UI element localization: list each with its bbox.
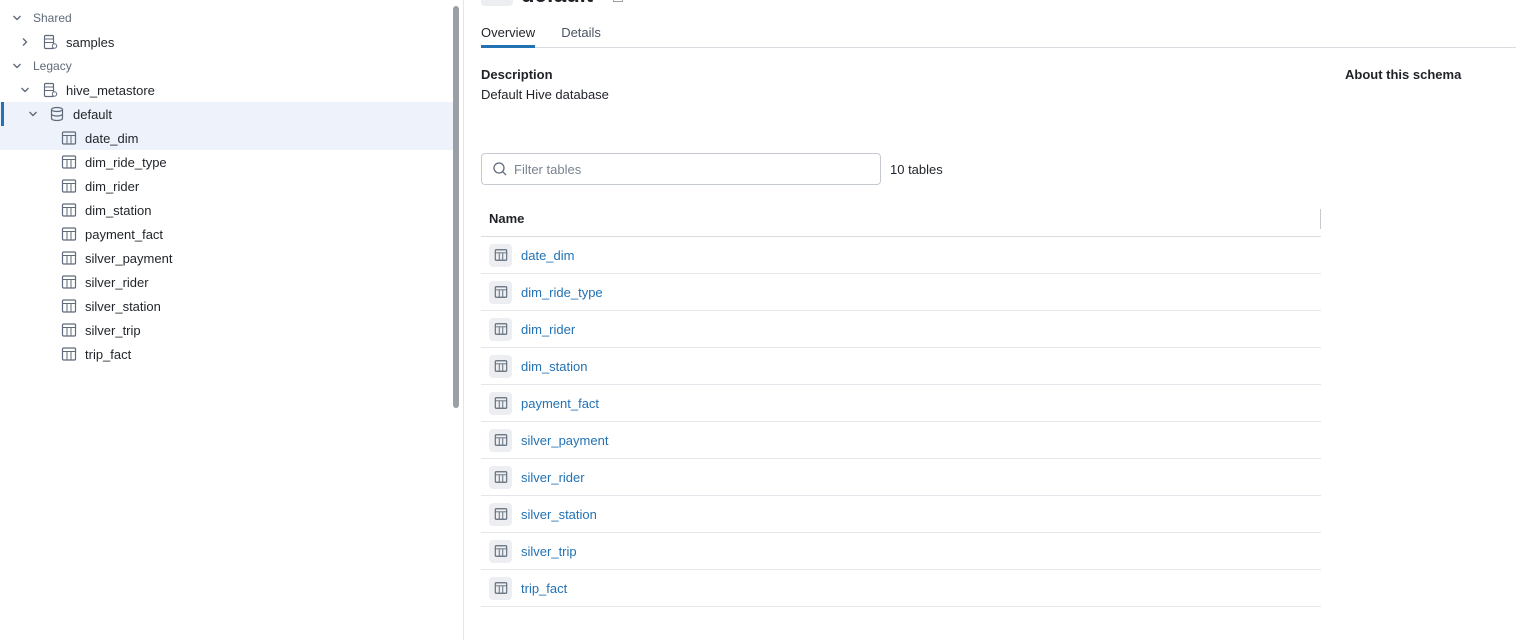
column-header-name[interactable]: Name: [481, 201, 1321, 237]
table-icon: [489, 280, 512, 304]
table-icon: [61, 226, 77, 242]
tree-section-label: Legacy: [33, 59, 72, 73]
table-icon: [489, 502, 512, 526]
copy-icon[interactable]: [613, 0, 623, 2]
tree-table-item[interactable]: dim_rider: [0, 174, 458, 198]
tree-item-default-schema[interactable]: default: [0, 102, 458, 126]
tree-table-item[interactable]: date_dim: [0, 126, 458, 150]
filter-tables-box[interactable]: [481, 153, 881, 185]
tree-item-hive-metastore[interactable]: hive_metastore: [0, 78, 458, 102]
table-link[interactable]: silver_payment: [521, 433, 608, 448]
tree-item-label: default: [73, 106, 113, 122]
column-header-label: Name: [489, 211, 525, 226]
table-icon: [489, 354, 512, 378]
table-link[interactable]: silver_station: [521, 507, 597, 522]
table-row: dim_rider: [481, 311, 1321, 348]
tree-table-item[interactable]: silver_rider: [0, 270, 458, 294]
schema-icon-badge: [481, 0, 513, 6]
table-row: payment_fact: [481, 385, 1321, 422]
tree-section-shared[interactable]: Shared: [0, 6, 458, 30]
table-icon: [489, 317, 512, 341]
tree-section-legacy[interactable]: Legacy: [0, 54, 458, 78]
tree-item-label: date_dim: [85, 130, 139, 146]
database-icon: [49, 106, 65, 122]
table-link[interactable]: payment_fact: [521, 396, 599, 411]
tab-details[interactable]: Details: [561, 20, 601, 48]
table-row: dim_station: [481, 348, 1321, 385]
table-icon: [61, 202, 77, 218]
tree-item-label: dim_rider: [85, 178, 140, 194]
tree-table-item[interactable]: silver_trip: [0, 318, 458, 342]
tree-item-label: dim_ride_type: [85, 154, 167, 170]
chevron-down-icon[interactable]: [11, 60, 23, 72]
tree-section-label: Shared: [33, 11, 72, 25]
chevron-right-icon[interactable]: [19, 36, 31, 48]
tree-item-label: samples: [66, 34, 115, 50]
table-link[interactable]: dim_rider: [521, 322, 575, 337]
table-link[interactable]: date_dim: [521, 248, 574, 263]
description-label: Description: [481, 67, 553, 82]
tree-item-label: hive_metastore: [66, 82, 155, 98]
table-icon: [61, 250, 77, 266]
table-link[interactable]: silver_trip: [521, 544, 577, 559]
table-row: trip_fact: [481, 570, 1321, 607]
tree-item-label: dim_station: [85, 202, 152, 218]
table-row: dim_ride_type: [481, 274, 1321, 311]
table-count: 10 tables: [890, 162, 943, 177]
table-icon: [489, 576, 512, 600]
schema-detail-panel: default Overview Details Description Def…: [465, 0, 1516, 640]
tab-bar: Overview Details: [481, 20, 1516, 48]
table-link[interactable]: dim_station: [521, 359, 587, 374]
description-value: Default Hive database: [481, 87, 609, 102]
table-link[interactable]: dim_ride_type: [521, 285, 603, 300]
filter-tables-input[interactable]: [514, 161, 854, 177]
table-icon: [61, 322, 77, 338]
table-icon: [489, 539, 512, 563]
chevron-down-icon[interactable]: [27, 108, 39, 120]
tables-list: Name date_dim dim_ride_type dim_rider di…: [481, 201, 1321, 607]
tree-table-item[interactable]: dim_station: [0, 198, 458, 222]
table-icon: [489, 243, 512, 267]
tree-item-label: silver_rider: [85, 274, 149, 290]
tree-table-item[interactable]: trip_fact: [0, 342, 458, 366]
table-link[interactable]: trip_fact: [521, 581, 567, 596]
table-icon: [61, 346, 77, 362]
table-icon: [61, 154, 77, 170]
catalog-tree: Shared samples Legacy hive_metastore def…: [0, 0, 464, 640]
catalog-icon: [42, 82, 58, 98]
tree-item-samples[interactable]: samples: [0, 30, 458, 54]
table-icon: [61, 274, 77, 290]
tree-table-item[interactable]: silver_payment: [0, 246, 458, 270]
tree-item-label: silver_payment: [85, 250, 173, 266]
tree-table-item[interactable]: payment_fact: [0, 222, 458, 246]
table-icon: [489, 428, 512, 452]
table-icon: [61, 130, 77, 146]
tree-scrollbar[interactable]: [453, 6, 459, 408]
table-row: silver_rider: [481, 459, 1321, 496]
column-resize-handle[interactable]: [1320, 209, 1321, 229]
table-row: silver_station: [481, 496, 1321, 533]
table-row: date_dim: [481, 237, 1321, 274]
page-title: default: [521, 0, 593, 8]
table-icon: [61, 298, 77, 314]
about-schema-heading: About this schema: [1345, 67, 1462, 82]
table-icon: [489, 465, 512, 489]
tree-item-label: trip_fact: [85, 346, 132, 362]
tree-item-label: silver_station: [85, 298, 161, 314]
tab-overview[interactable]: Overview: [481, 20, 536, 48]
search-icon: [492, 161, 508, 177]
table-link[interactable]: silver_rider: [521, 470, 585, 485]
tree-item-label: payment_fact: [85, 226, 164, 242]
tree-item-label: silver_trip: [85, 322, 141, 338]
table-row: silver_payment: [481, 422, 1321, 459]
table-icon: [61, 178, 77, 194]
catalog-icon: [42, 34, 58, 50]
chevron-down-icon[interactable]: [11, 12, 23, 24]
tree-table-item[interactable]: silver_station: [0, 294, 458, 318]
table-icon: [489, 391, 512, 415]
chevron-down-icon[interactable]: [19, 84, 31, 96]
tree-table-item[interactable]: dim_ride_type: [0, 150, 458, 174]
table-row: silver_trip: [481, 533, 1321, 570]
